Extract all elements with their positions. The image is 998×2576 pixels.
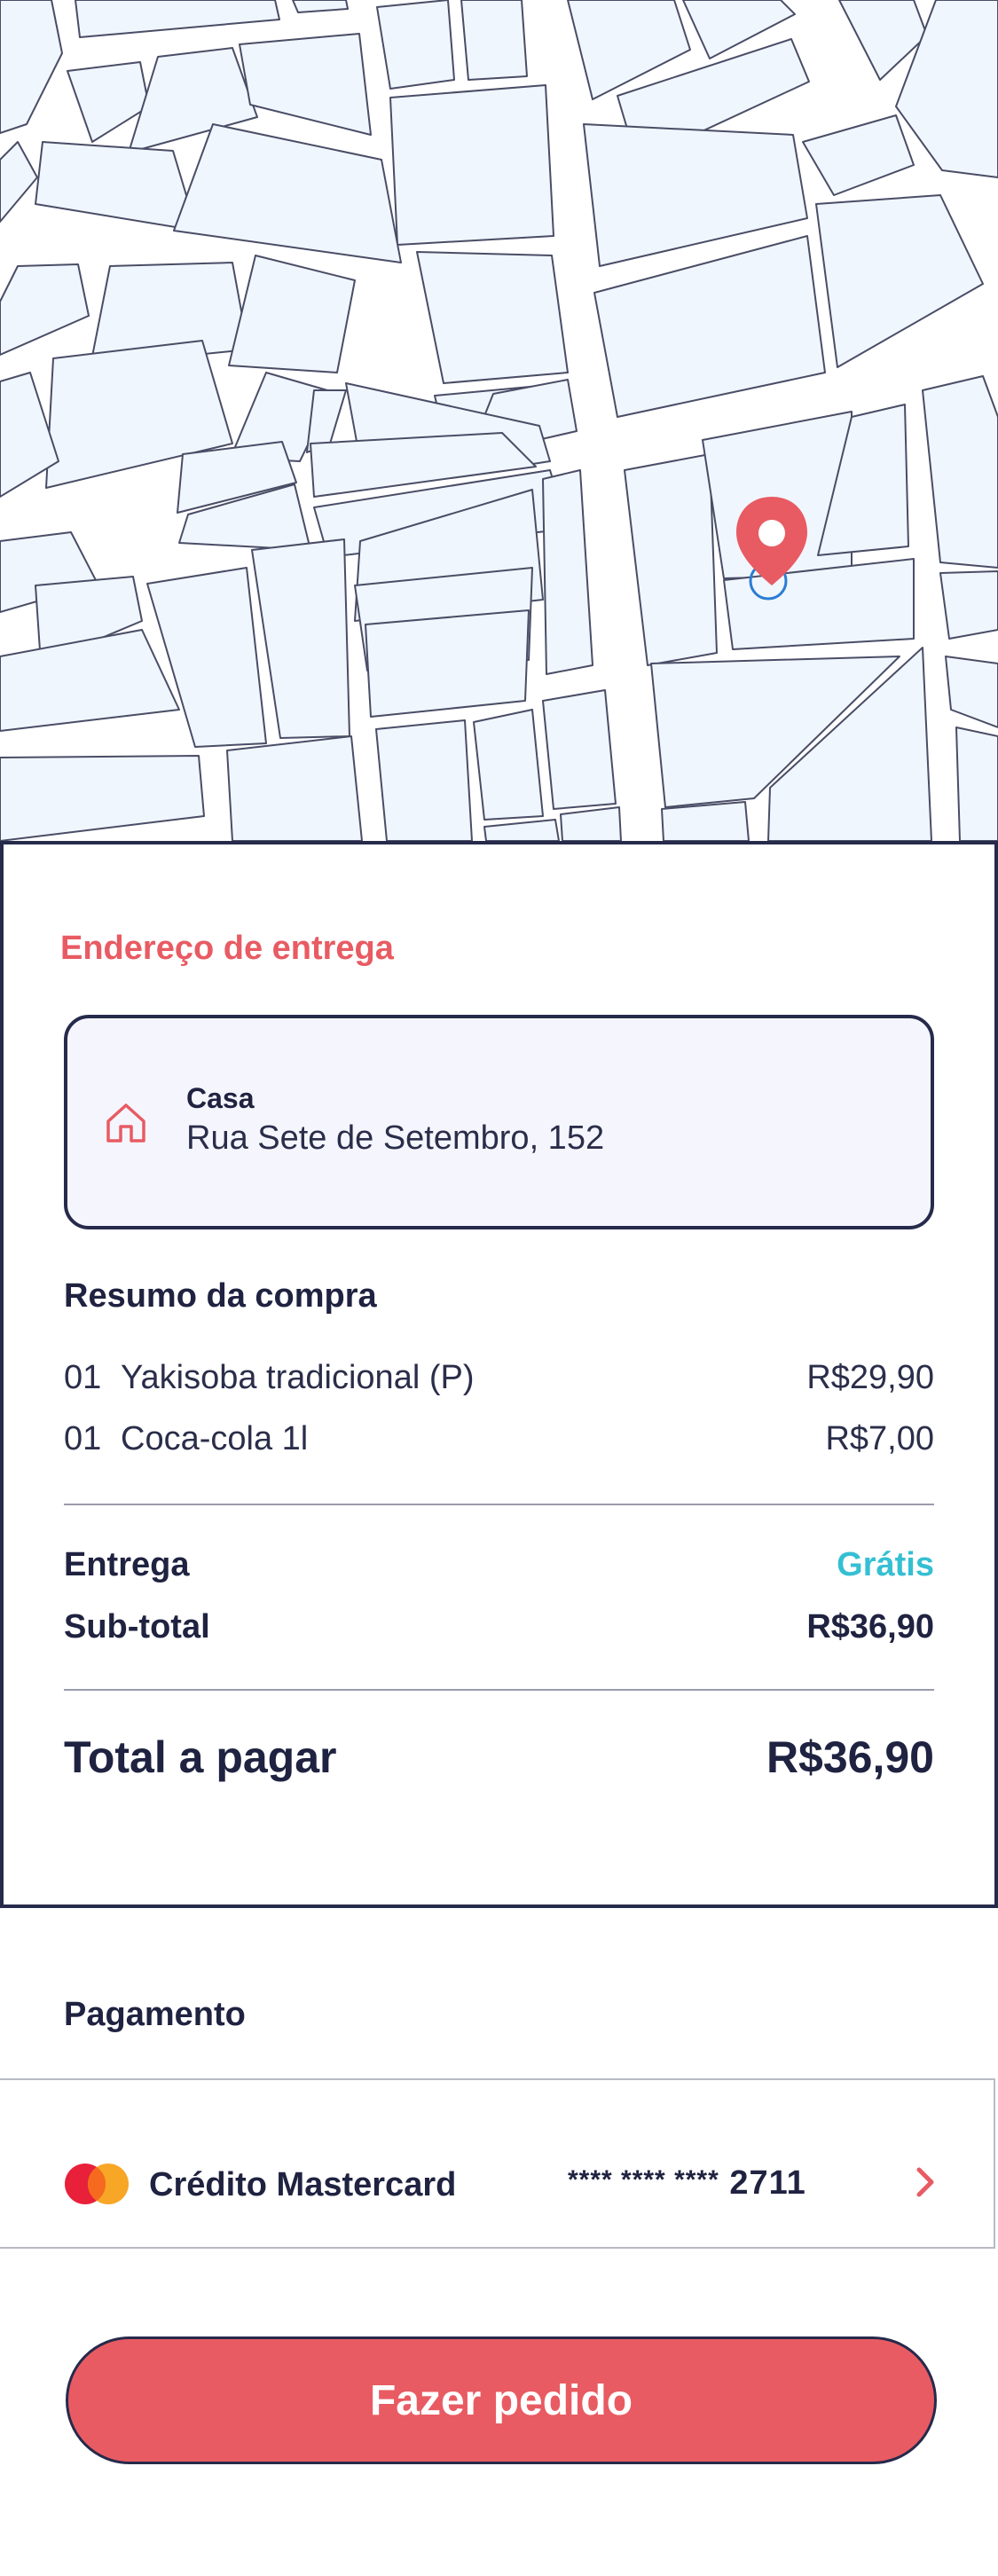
delivery-fee-row: Entrega Grátis — [64, 1546, 934, 1584]
delivery-address-title: Endereço de entrega — [60, 930, 394, 967]
divider — [64, 1689, 934, 1691]
item-quantity: 01 — [64, 1359, 102, 1396]
total-label: Total a pagar — [64, 1732, 337, 1782]
address-name: Casa — [186, 1082, 255, 1114]
card-mask: **** **** **** — [568, 2165, 719, 2195]
delivery-fee-label: Entrega — [64, 1546, 190, 1583]
map-view[interactable] — [0, 0, 998, 841]
home-icon — [106, 1103, 145, 1143]
item-price: R$7,00 — [825, 1420, 934, 1457]
payment-title: Pagamento — [64, 1996, 246, 2033]
total-row: Total a pagar R$36,90 — [64, 1732, 934, 1783]
total-value: R$36,90 — [766, 1732, 934, 1782]
item-quantity: 01 — [64, 1420, 102, 1457]
delivery-fee-value: Grátis — [837, 1546, 934, 1583]
mastercard-icon — [65, 2164, 129, 2204]
card-number: **** **** **** 2711 — [568, 2164, 806, 2203]
item-price: R$29,90 — [806, 1359, 934, 1396]
item-name: Coca-cola 1l — [121, 1420, 309, 1457]
address-street: Rua Sete de Setembro, 152 — [186, 1119, 605, 1157]
list-item: 01 Coca-cola 1l R$7,00 — [64, 1420, 934, 1458]
divider — [64, 1504, 934, 1505]
card-last4: 2711 — [729, 2164, 806, 2202]
chevron-right-icon[interactable] — [910, 2163, 940, 2202]
list-item: 01 Yakisoba tradicional (P) R$29,90 — [64, 1359, 934, 1397]
item-name: Yakisoba tradicional (P) — [121, 1359, 475, 1396]
payment-method-row[interactable] — [0, 2078, 995, 2249]
subtotal-value: R$36,90 — [806, 1608, 934, 1645]
payment-method-label: Crédito Mastercard — [149, 2166, 457, 2203]
subtotal-row: Sub-total R$36,90 — [64, 1608, 934, 1646]
purchase-summary-title: Resumo da compra — [64, 1277, 377, 1315]
map-blocks — [0, 0, 998, 841]
subtotal-label: Sub-total — [64, 1608, 210, 1645]
place-order-button[interactable]: Fazer pedido — [66, 2336, 937, 2464]
